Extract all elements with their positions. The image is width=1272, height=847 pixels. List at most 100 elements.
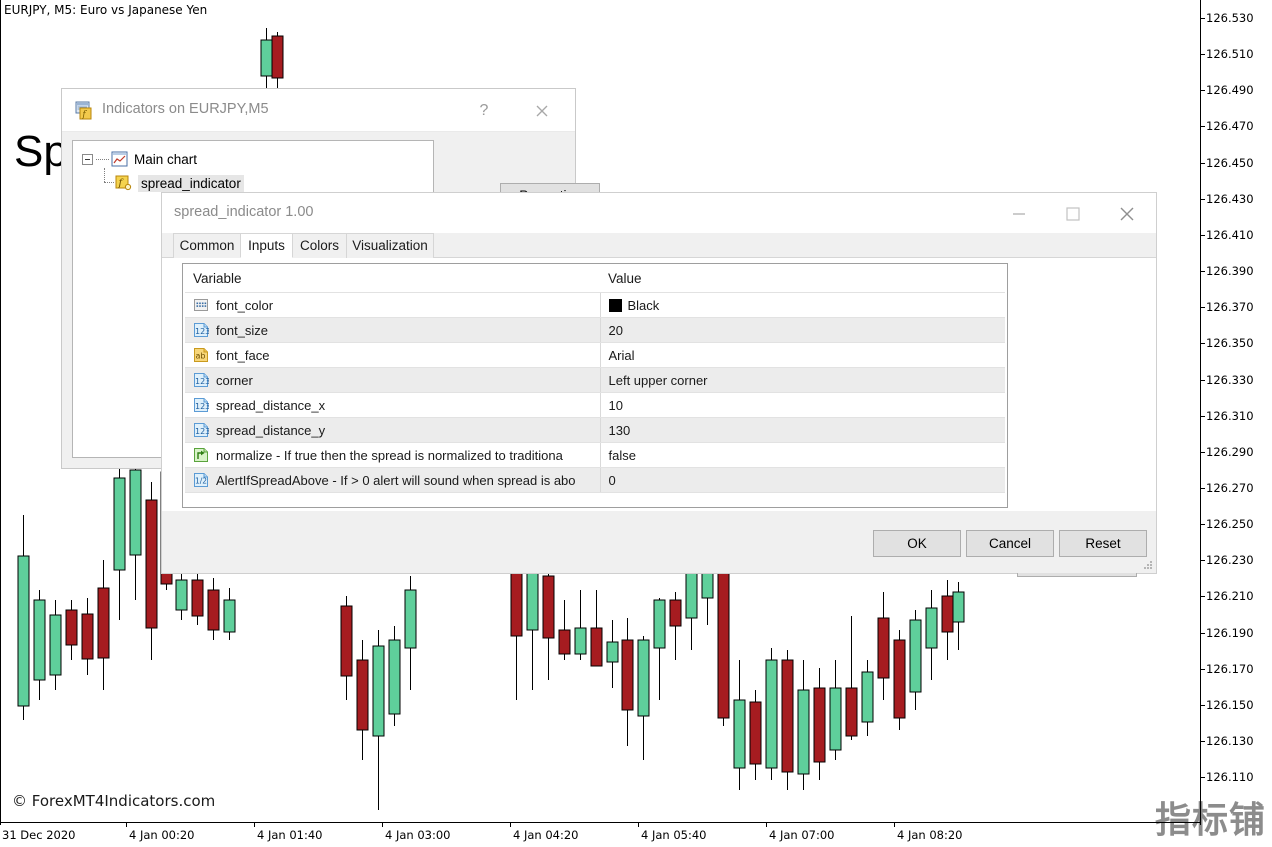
- parameter-value-cell[interactable]: false: [600, 443, 1005, 468]
- price-tick: [1200, 633, 1205, 634]
- column-header-variable: Variable: [185, 266, 600, 293]
- indicators-title-text: Indicators on EURJPY,M5: [102, 101, 269, 117]
- properties-title-text: spread_indicator 1.00: [174, 204, 313, 220]
- time-tick-label: 4 Jan 03:00: [385, 828, 451, 842]
- parameter-name: font_color: [216, 298, 273, 313]
- indicator-properties-dialog[interactable]: spread_indicator 1.00 CommonInputsColors…: [161, 192, 1157, 574]
- time-tick: [894, 822, 895, 827]
- number-123-icon: 123: [193, 372, 209, 388]
- price-tick-label: 126.470: [1206, 119, 1254, 133]
- time-tick-label: 4 Jan 05:40: [641, 828, 707, 842]
- parameter-value-cell[interactable]: 20: [600, 318, 1005, 343]
- price-tick-label: 126.510: [1206, 47, 1254, 61]
- properties-titlebar[interactable]: spread_indicator 1.00: [162, 193, 1156, 233]
- reset-button[interactable]: Reset: [1059, 530, 1147, 557]
- price-tick: [1200, 777, 1205, 778]
- parameter-variable-cell[interactable]: font_color: [185, 293, 600, 318]
- price-tick: [1200, 705, 1205, 706]
- tab-inputs[interactable]: Inputs: [240, 233, 293, 258]
- parameter-value-cell[interactable]: Left upper corner: [600, 368, 1005, 393]
- parameter-value: 130: [609, 423, 631, 438]
- minimize-icon[interactable]: [996, 199, 1042, 227]
- price-axis-line: [1200, 0, 1201, 825]
- cancel-button[interactable]: Cancel: [966, 530, 1054, 557]
- table-row[interactable]: 123corner Left upper corner: [185, 368, 1005, 393]
- color-swatch: [609, 299, 622, 312]
- parameter-name: AlertIfSpreadAbove - If > 0 alert will s…: [216, 473, 576, 488]
- time-tick-label: 4 Jan 08:20: [897, 828, 963, 842]
- tab-colors[interactable]: Colors: [292, 233, 347, 258]
- collapse-toggle-icon[interactable]: [82, 154, 93, 165]
- help-button[interactable]: ?: [469, 98, 499, 124]
- parameter-value-cell[interactable]: Black: [600, 293, 1005, 318]
- price-tick: [1200, 380, 1205, 381]
- parameter-value-cell[interactable]: 10: [600, 393, 1005, 418]
- parameter-value: Arial: [609, 348, 635, 363]
- indicators-titlebar[interactable]: f Indicators on EURJPY,M5 ?: [62, 89, 575, 132]
- price-tick-label: 126.410: [1206, 228, 1254, 242]
- table-row[interactable]: 1/2 AlertIfSpreadAbove - If > 0 alert wil…: [185, 468, 1005, 493]
- parameter-value-cell[interactable]: 0: [600, 468, 1005, 493]
- parameter-variable-cell[interactable]: 123font_size: [185, 318, 600, 343]
- table-row[interactable]: 123spread_distance_y 130: [185, 418, 1005, 443]
- boolean-arrow-icon: [193, 447, 209, 463]
- time-tick: [382, 822, 383, 827]
- price-tick: [1200, 416, 1205, 417]
- parameter-variable-cell[interactable]: 123spread_distance_y: [185, 418, 600, 443]
- copyright-label: © ForexMT4Indicators.com: [12, 792, 215, 810]
- price-tick-label: 126.190: [1206, 626, 1254, 640]
- price-tick-label: 126.230: [1206, 553, 1254, 567]
- parameter-variable-cell[interactable]: normalize - If true then the spread is n…: [185, 443, 600, 468]
- close-icon[interactable]: [1104, 199, 1150, 227]
- price-tick-label: 126.330: [1206, 373, 1254, 387]
- price-tick-label: 126.430: [1206, 192, 1254, 206]
- price-tick: [1200, 452, 1205, 453]
- time-axis-line: [0, 822, 1200, 823]
- ok-button[interactable]: OK: [873, 530, 961, 557]
- tree-label-main-chart: Main chart: [134, 152, 197, 167]
- parameter-name: font_face: [216, 348, 270, 363]
- price-tick-label: 126.390: [1206, 264, 1254, 278]
- table-row[interactable]: 123font_size20: [185, 318, 1005, 343]
- price-tick: [1200, 163, 1205, 164]
- tab-visualization[interactable]: Visualization: [346, 233, 434, 258]
- parameter-value: Black: [628, 298, 660, 313]
- tab-common[interactable]: Common: [173, 233, 241, 258]
- table-row[interactable]: ab font_face Arial: [185, 343, 1005, 368]
- parameters-panel[interactable]: Variable Value font_colorBlack123font_si…: [182, 263, 1008, 508]
- price-tick-label: 126.530: [1206, 11, 1254, 25]
- price-tick-label: 126.250: [1206, 517, 1254, 531]
- parameter-variable-cell[interactable]: 123spread_distance_x: [185, 393, 600, 418]
- resize-grip-icon[interactable]: [1142, 559, 1154, 571]
- price-tick-label: 126.150: [1206, 698, 1254, 712]
- tree-row-main-chart[interactable]: Main chart: [77, 147, 429, 171]
- parameter-value: Left upper corner: [609, 373, 708, 388]
- fraction-half-icon: 1/2: [193, 472, 209, 488]
- properties-tabstrip[interactable]: CommonInputsColorsVisualization: [162, 233, 1156, 258]
- time-tick: [638, 822, 639, 827]
- price-tick-label: 126.170: [1206, 662, 1254, 676]
- parameter-value: 10: [609, 398, 623, 413]
- price-tick: [1200, 669, 1205, 670]
- svg-text:ab: ab: [196, 352, 206, 361]
- close-icon[interactable]: [527, 98, 557, 124]
- time-axis[interactable]: 31 Dec 20204 Jan 00:204 Jan 01:404 Jan 0…: [0, 822, 1272, 847]
- tree-connector: [99, 174, 115, 192]
- parameter-variable-cell[interactable]: 1/2 AlertIfSpreadAbove - If > 0 alert wil…: [185, 468, 600, 493]
- price-tick: [1200, 54, 1205, 55]
- time-tick-label: 4 Jan 07:00: [769, 828, 835, 842]
- price-tick-label: 126.350: [1206, 336, 1254, 350]
- table-row[interactable]: normalize - If true then the spread is n…: [185, 443, 1005, 468]
- table-row[interactable]: 123spread_distance_x 10: [185, 393, 1005, 418]
- maximize-icon[interactable]: [1050, 199, 1096, 227]
- parameter-variable-cell[interactable]: 123corner: [185, 368, 600, 393]
- time-tick-label: 4 Jan 00:20: [129, 828, 195, 842]
- main-chart-icon: [111, 151, 128, 167]
- parameter-value-cell[interactable]: Arial: [600, 343, 1005, 368]
- parameter-variable-cell[interactable]: ab font_face: [185, 343, 600, 368]
- table-row[interactable]: font_color Black: [185, 293, 1005, 318]
- price-axis[interactable]: 126.530126.510126.490126.470126.450126.4…: [1200, 0, 1272, 825]
- parameter-name: normalize - If true then the spread is n…: [216, 448, 563, 463]
- parameter-value-cell[interactable]: 130: [600, 418, 1005, 443]
- price-tick: [1200, 741, 1205, 742]
